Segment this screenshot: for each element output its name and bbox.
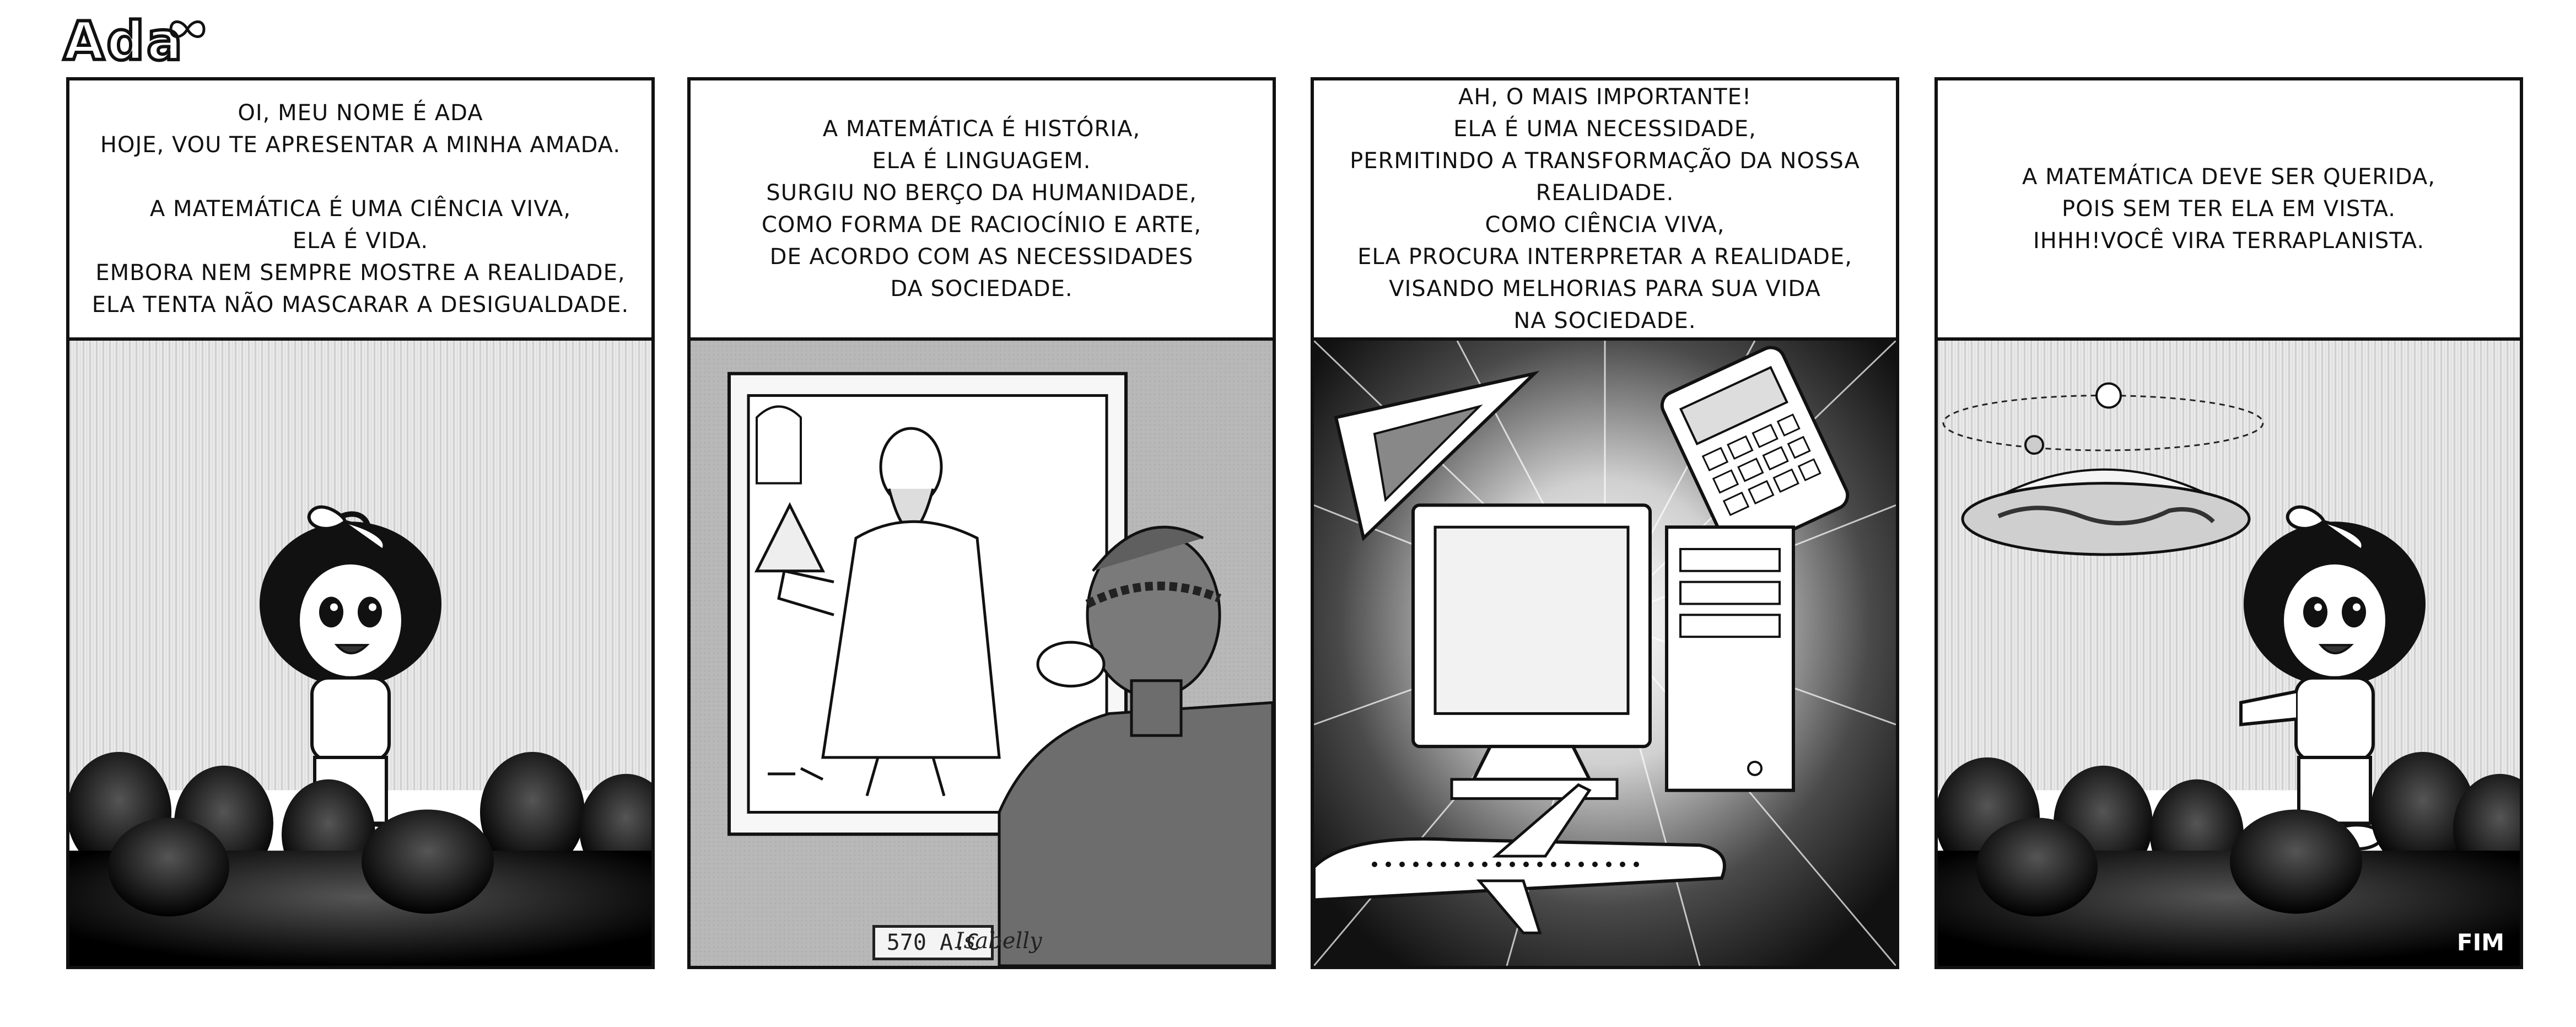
flat-earth-scene: FIM [1938,341,2520,966]
logo-text: Ada [62,10,185,72]
caption-text: A MATEMÁTICA DEVE SER QUERIDA, POIS SEM … [2022,164,2435,254]
artist-signature: Isabelly [955,928,1042,954]
museum-scene: 570 A.C Isabelly [691,341,1273,966]
caption-text: AH, O MAIS IMPORTANTE! ELA É UMA NECESSI… [1350,84,1860,334]
caption-text: A MATEMÁTICA É HISTÓRIA, ELA É LINGUAGEM… [761,116,1202,302]
caption-box: OI, MEU NOME É ADA HOJE, VOU TE APRESENT… [69,80,651,341]
caption-box: A MATEMÁTICA É HISTÓRIA, ELA É LINGUAGEM… [691,80,1273,341]
flat-earth-illustration [1938,341,2520,966]
comic-panel-1: OI, MEU NOME É ADA HOJE, VOU TE APRESENT… [66,77,655,969]
caption-box: A MATEMÁTICA DEVE SER QUERIDA, POIS SEM … [1938,80,2520,341]
infinity-icon [169,20,206,38]
curtain-backdrop [1938,341,2520,791]
stage-illustration [69,341,651,966]
comic-logo: Ada [62,10,218,74]
computer-tower [1665,525,1795,792]
comic-panel-3: AH, O MAIS IMPORTANTE! ELA É UMA NECESSI… [1311,77,1899,969]
stage-scene [69,341,651,966]
technology-scene [1314,341,1896,966]
caption-text: OI, MEU NOME É ADA HOJE, VOU TE APRESENT… [91,100,629,318]
museum-illustration [691,341,1273,966]
comic-panel-4: A MATEMÁTICA DEVE SER QUERIDA, POIS SEM … [1934,77,2523,969]
comic-panel-2: A MATEMÁTICA É HISTÓRIA, ELA É LINGUAGEM… [687,77,1276,969]
end-label: FIM [2456,929,2504,956]
technology-illustration [1314,341,1896,966]
caption-box: AH, O MAIS IMPORTANTE! ELA É UMA NECESSI… [1314,80,1896,341]
